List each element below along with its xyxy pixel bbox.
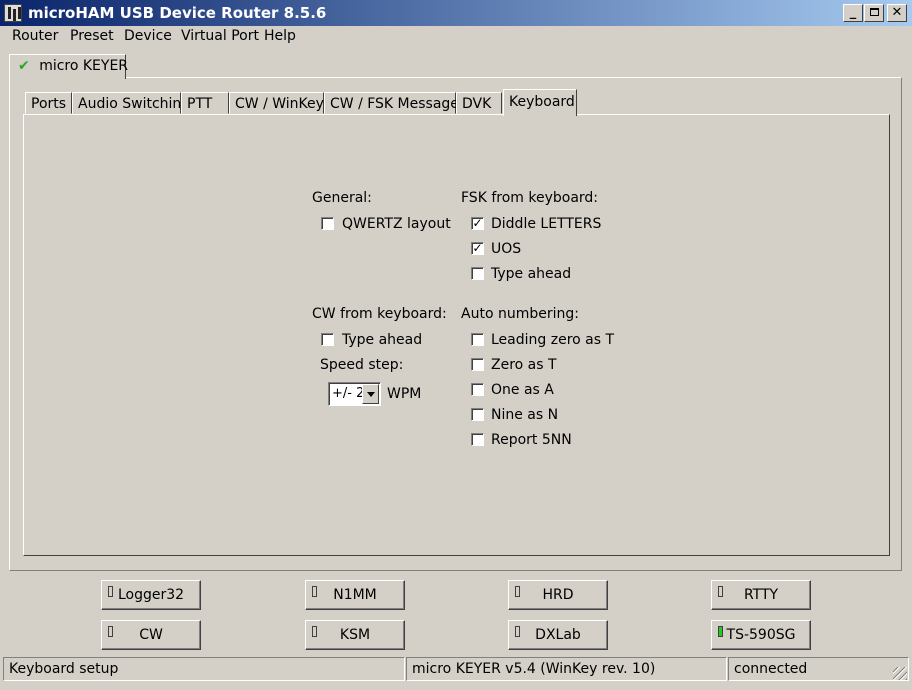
tab-label: Audio Switching (78, 96, 191, 112)
preset-label: HRD (542, 587, 574, 603)
nine-as-n-label: Nine as N (491, 407, 559, 423)
preset-label: CW (139, 627, 163, 643)
close-icon: ✕ (891, 5, 903, 20)
minimize-icon: _ (849, 5, 857, 20)
menu-preset[interactable]: Preset (70, 28, 114, 44)
tab-label: DVK (462, 96, 492, 112)
led-indicator (312, 626, 317, 637)
led-indicator (515, 586, 520, 597)
status-middle: micro KEYER v5.4 (WinKey rev. 10) (406, 657, 727, 681)
cw-type-ahead-checkbox[interactable] (321, 333, 334, 346)
preset-button-n1mm[interactable]: N1MM (305, 580, 405, 610)
led-indicator (108, 626, 113, 637)
app-icon[interactable] (4, 4, 22, 22)
preset-button-rtty[interactable]: RTTY (711, 580, 811, 610)
speed-step-select[interactable]: +/- 2 (328, 382, 381, 406)
general-heading: General: (312, 190, 372, 206)
zero-as-t-checkbox[interactable] (471, 358, 484, 371)
diddle-letters-checkbox[interactable]: ✓ (471, 217, 484, 230)
menu-virtual-port[interactable]: Virtual Port (181, 28, 259, 44)
preset-label: DXLab (535, 627, 581, 643)
menu-device[interactable]: Device (124, 28, 172, 44)
cw-heading: CW from keyboard: (312, 306, 447, 322)
nine-as-n-checkbox[interactable] (471, 408, 484, 421)
preset-label: Logger32 (117, 587, 185, 603)
led-indicator (312, 586, 317, 597)
one-as-a-checkbox[interactable] (471, 383, 484, 396)
status-left: Keyboard setup (3, 657, 405, 681)
minimize-button[interactable]: _ (843, 4, 863, 22)
tab-label: Ports (31, 96, 67, 112)
resize-grip-icon[interactable] (893, 667, 907, 680)
chevron-down-icon (367, 392, 375, 397)
tab-cw-fsk-messages[interactable]: CW / FSK Messages (324, 92, 466, 114)
report-5nn-checkbox[interactable] (471, 433, 484, 446)
preset-label: RTTY (743, 587, 779, 603)
preset-button-cw[interactable]: CW (101, 620, 201, 650)
qwertz-checkbox[interactable] (321, 217, 334, 230)
preset-button-logger32[interactable]: Logger32 (101, 580, 201, 610)
menu-help[interactable]: Help (264, 28, 296, 44)
fsk-heading: FSK from keyboard: (461, 190, 599, 206)
tab-keyboard[interactable]: Keyboard (503, 89, 577, 116)
keyboard-panel (23, 114, 890, 556)
dropdown-button[interactable] (362, 384, 379, 404)
qwertz-label: QWERTZ layout (342, 216, 451, 232)
tab-audio-switching[interactable]: Audio Switching (72, 92, 190, 114)
check-icon: ✔ (18, 58, 30, 74)
menu-router[interactable]: Router (12, 28, 58, 44)
window-title: microHAM USB Device Router 8.5.6 (28, 4, 327, 22)
tab-dvk[interactable]: DVK (456, 92, 502, 114)
tab-ptt[interactable]: PTT (181, 92, 229, 114)
preset-label: TS-590SG (726, 627, 796, 643)
uos-checkbox[interactable]: ✓ (471, 242, 484, 255)
led-indicator-on (718, 626, 723, 637)
close-button[interactable]: ✕ (887, 4, 907, 22)
menu-bar: Router Preset Device Virtual Port Help (0, 26, 912, 48)
leading-zero-label: Leading zero as T (491, 332, 615, 348)
preset-button-ksm[interactable]: KSM (305, 620, 405, 650)
cw-type-ahead-label: Type ahead (342, 332, 423, 348)
wpm-label: WPM (387, 386, 422, 402)
preset-label: N1MM (333, 587, 377, 603)
tab-cw-winkey[interactable]: CW / WinKey (229, 92, 324, 114)
maximize-icon (869, 8, 879, 16)
tab-label: Keyboard (509, 94, 575, 110)
diddle-letters-label: Diddle LETTERS (491, 216, 602, 232)
tab-label: CW / WinKey (235, 96, 324, 112)
led-indicator (515, 626, 520, 637)
speed-step-value: +/- 2 (332, 386, 362, 401)
preset-button-hrd[interactable]: HRD (508, 580, 608, 610)
led-indicator (108, 586, 113, 597)
led-indicator (718, 586, 723, 597)
report-5nn-label: Report 5NN (491, 432, 572, 448)
device-tab-label: micro KEYER (39, 58, 129, 74)
uos-label: UOS (491, 241, 522, 257)
zero-as-t-label: Zero as T (491, 357, 557, 373)
tab-micro-keyer[interactable]: ✔ micro KEYER (9, 54, 129, 79)
fsk-type-ahead-label: Type ahead (491, 266, 572, 282)
autonum-heading: Auto numbering: (461, 306, 579, 322)
leading-zero-checkbox[interactable] (471, 333, 484, 346)
preset-button-ts-590sg[interactable]: TS-590SG (711, 620, 811, 650)
one-as-a-label: One as A (491, 382, 554, 398)
tab-label: PTT (187, 96, 213, 112)
preset-label: KSM (339, 627, 371, 643)
title-bar[interactable]: microHAM USB Device Router 8.5.6 _ ✕ (0, 0, 912, 26)
maximize-button[interactable] (864, 4, 884, 22)
fsk-type-ahead-checkbox[interactable] (471, 267, 484, 280)
tab-label: CW / FSK Messages (330, 96, 467, 112)
status-right: connected (728, 657, 909, 681)
tab-ports[interactable]: Ports (25, 92, 72, 114)
preset-button-dxlab[interactable]: DXLab (508, 620, 608, 650)
speed-step-label: Speed step: (320, 357, 404, 373)
